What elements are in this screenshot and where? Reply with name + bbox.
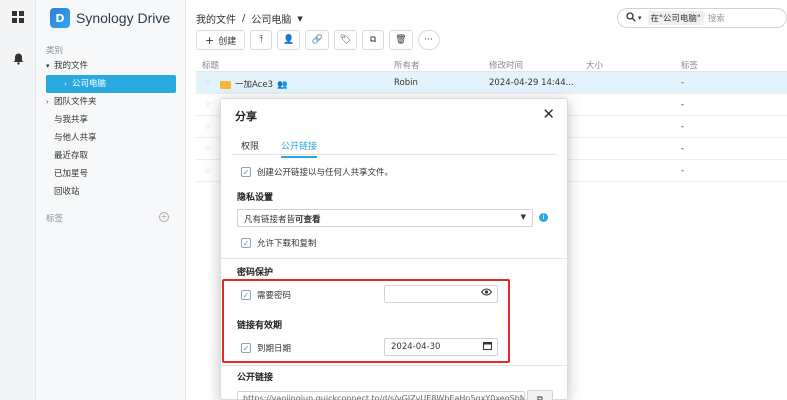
share-user-button[interactable]: 👤 bbox=[277, 30, 301, 50]
sidebar-item-recent[interactable]: 最近存取 bbox=[46, 147, 176, 165]
tab-permissions[interactable]: 权限 bbox=[241, 139, 259, 158]
close-icon[interactable]: ✕ bbox=[542, 105, 555, 123]
bell-icon[interactable] bbox=[11, 52, 25, 66]
chevron-right-icon: › bbox=[46, 98, 49, 106]
app-rail bbox=[0, 0, 36, 400]
chevron-right-icon: › bbox=[64, 80, 67, 88]
sidebar-item-shared-with-me[interactable]: 与我共享 bbox=[46, 111, 176, 129]
section-divider bbox=[221, 258, 567, 259]
tags-label: 标签 bbox=[46, 214, 64, 224]
table-header: 标题 所有者 修改时间 大小 标签 bbox=[196, 56, 787, 72]
create-button[interactable]: + 创建 bbox=[196, 30, 246, 50]
chevron-down-icon: ▾ bbox=[46, 62, 50, 70]
folder-icon bbox=[220, 80, 231, 89]
password-header: 密码保护 bbox=[237, 268, 274, 278]
sidebar-item-shared-with-others[interactable]: 与他人共享 bbox=[46, 129, 176, 147]
upload-icon: ⤒ bbox=[259, 35, 264, 45]
check-icon: ✓ bbox=[241, 238, 251, 248]
more-button[interactable]: ··· bbox=[417, 30, 440, 50]
plus-icon: + bbox=[205, 33, 215, 47]
star-icon[interactable]: ☆ bbox=[204, 144, 212, 154]
copy-button[interactable]: ⧉ bbox=[362, 30, 385, 50]
section-divider bbox=[221, 365, 567, 366]
sidebar: D Synology Drive 类别 ▾ 我的文件 › 公司电脑 › 团队文件夹 与… bbox=[36, 0, 186, 400]
caret-down-icon[interactable]: ▾ bbox=[638, 14, 642, 22]
sidebar-item-team-folder[interactable]: › 团队文件夹 bbox=[46, 93, 176, 111]
add-tag-icon[interactable]: + bbox=[159, 212, 169, 222]
category-label: 类别 bbox=[46, 46, 64, 56]
row-tags: - bbox=[681, 78, 685, 88]
public-link-url[interactable]: https://yaojingjun.quickconnect.to/d/s/v… bbox=[237, 391, 525, 400]
tab-public-link[interactable]: 公开链接 bbox=[281, 139, 318, 158]
add-user-icon: 👤 bbox=[283, 35, 295, 45]
more-icon: ··· bbox=[424, 35, 433, 45]
toolbar: + 创建 ⤒ 👤 🔗 🏷 ⧉ 🗑 ··· bbox=[196, 30, 440, 50]
public-link-header: 公开链接 bbox=[237, 373, 274, 383]
row-modified: 2024-04-29 14:44... bbox=[489, 78, 574, 88]
sidebar-item-starred[interactable]: 已加星号 bbox=[46, 165, 176, 183]
allow-download-checkbox[interactable]: ✓ 允许下载和复制 bbox=[241, 237, 317, 249]
tag-button[interactable]: 🏷 bbox=[333, 30, 358, 50]
shared-users-icon: 👥 bbox=[276, 80, 288, 90]
trash-icon: 🗑 bbox=[395, 35, 407, 45]
breadcrumb-current[interactable]: 公司电脑 bbox=[251, 11, 291, 26]
dialog-tabs: 权限 公开链接 bbox=[241, 139, 318, 158]
search-icon bbox=[626, 11, 636, 25]
col-owner[interactable]: 所有者 bbox=[394, 59, 420, 71]
copy-icon: ⧉ bbox=[369, 35, 377, 45]
app-title: Synology Drive bbox=[76, 10, 171, 26]
sidebar-item-recycle-bin[interactable]: 回收站 bbox=[46, 183, 176, 201]
table-row[interactable]: ☆ 一加Ace3 👥 Robin 2024-04-29 14:44... - bbox=[196, 72, 787, 94]
row-tags: - bbox=[681, 122, 685, 132]
col-tags[interactable]: 标签 bbox=[681, 59, 698, 71]
app-logo: D Synology Drive bbox=[50, 8, 170, 28]
privacy-header: 隐私设置 bbox=[237, 193, 274, 203]
copy-icon: ⧉ bbox=[537, 394, 543, 400]
search-placeholder: 搜索 bbox=[707, 14, 725, 24]
breadcrumb: 我的文件 / 公司电脑 ▼ bbox=[196, 11, 303, 26]
highlight-box bbox=[222, 279, 510, 363]
row-tags: - bbox=[681, 100, 685, 110]
copy-link-button[interactable]: ⧉ bbox=[527, 390, 553, 400]
link-button[interactable]: 🔗 bbox=[305, 30, 329, 50]
col-name[interactable]: 标题 bbox=[202, 59, 219, 71]
row-tags: - bbox=[681, 166, 685, 176]
col-size[interactable]: 大小 bbox=[586, 59, 603, 71]
breadcrumb-separator: / bbox=[242, 13, 246, 24]
sidebar-item-company-pc[interactable]: › 公司电脑 bbox=[46, 75, 176, 93]
star-icon[interactable]: ☆ bbox=[204, 122, 212, 132]
link-icon: 🔗 bbox=[311, 35, 323, 45]
tag-icon: 🏷 bbox=[339, 35, 352, 45]
caret-down-icon: ▼ bbox=[520, 213, 526, 221]
star-icon[interactable]: ☆ bbox=[204, 166, 212, 176]
col-modified[interactable]: 修改时间 bbox=[489, 59, 523, 71]
breadcrumb-root[interactable]: 我的文件 bbox=[196, 11, 236, 26]
tab-divider bbox=[231, 154, 557, 155]
delete-button[interactable]: 🗑 bbox=[389, 30, 413, 50]
star-icon[interactable]: ☆ bbox=[204, 78, 212, 88]
drive-logo-icon: D bbox=[50, 8, 70, 28]
privacy-select[interactable]: 凡有链接者皆可查看 ▼ bbox=[237, 209, 533, 227]
upload-button[interactable]: ⤒ bbox=[250, 30, 273, 50]
search-box[interactable]: ▾ 在"公司电脑" 搜索 bbox=[617, 8, 787, 28]
row-tags: - bbox=[681, 144, 685, 154]
search-scope-chip: 在"公司电脑" bbox=[647, 11, 704, 25]
dialog-title: 分享 bbox=[235, 110, 257, 123]
star-icon[interactable]: ☆ bbox=[204, 100, 212, 110]
grid-icon[interactable] bbox=[11, 10, 25, 24]
check-icon: ✓ bbox=[241, 167, 251, 177]
create-link-checkbox[interactable]: ✓ 创建公开链接以与任何人共享文件。 bbox=[241, 166, 393, 178]
row-owner: Robin bbox=[394, 78, 418, 88]
caret-down-icon[interactable]: ▼ bbox=[297, 15, 302, 23]
sidebar-item-my-files[interactable]: ▾ 我的文件 bbox=[46, 57, 176, 75]
info-icon[interactable]: i bbox=[539, 213, 548, 222]
